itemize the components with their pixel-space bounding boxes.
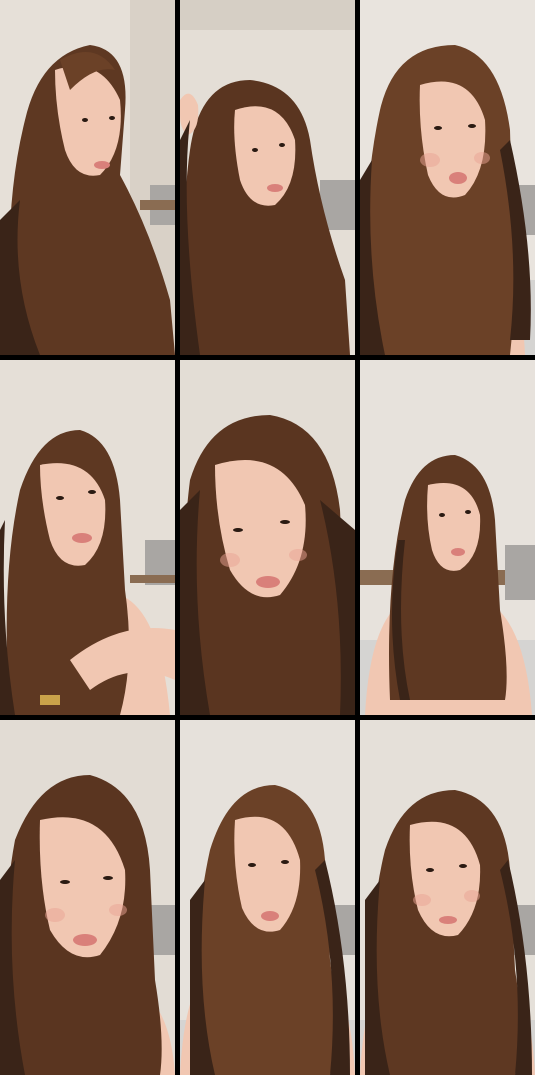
video-frame-5 (180, 360, 355, 715)
video-frame-grid (0, 0, 535, 1075)
video-frame-1 (0, 0, 175, 355)
frame-4-photo (0, 360, 175, 715)
frame-6-photo (360, 360, 535, 715)
video-frame-8 (180, 720, 355, 1075)
video-frame-3 (360, 0, 535, 355)
frame-5-photo (180, 360, 355, 715)
video-frame-6 (360, 360, 535, 715)
frame-1-photo (0, 0, 175, 355)
frame-3-photo (360, 0, 535, 355)
frame-8-photo (180, 720, 355, 1075)
frame-2-photo (180, 0, 355, 355)
video-frame-4 (0, 360, 175, 715)
frame-7-photo (0, 720, 175, 1075)
video-frame-7 (0, 720, 175, 1075)
video-frame-9 (360, 720, 535, 1075)
video-frame-2 (180, 0, 355, 355)
frame-9-photo (360, 720, 535, 1075)
